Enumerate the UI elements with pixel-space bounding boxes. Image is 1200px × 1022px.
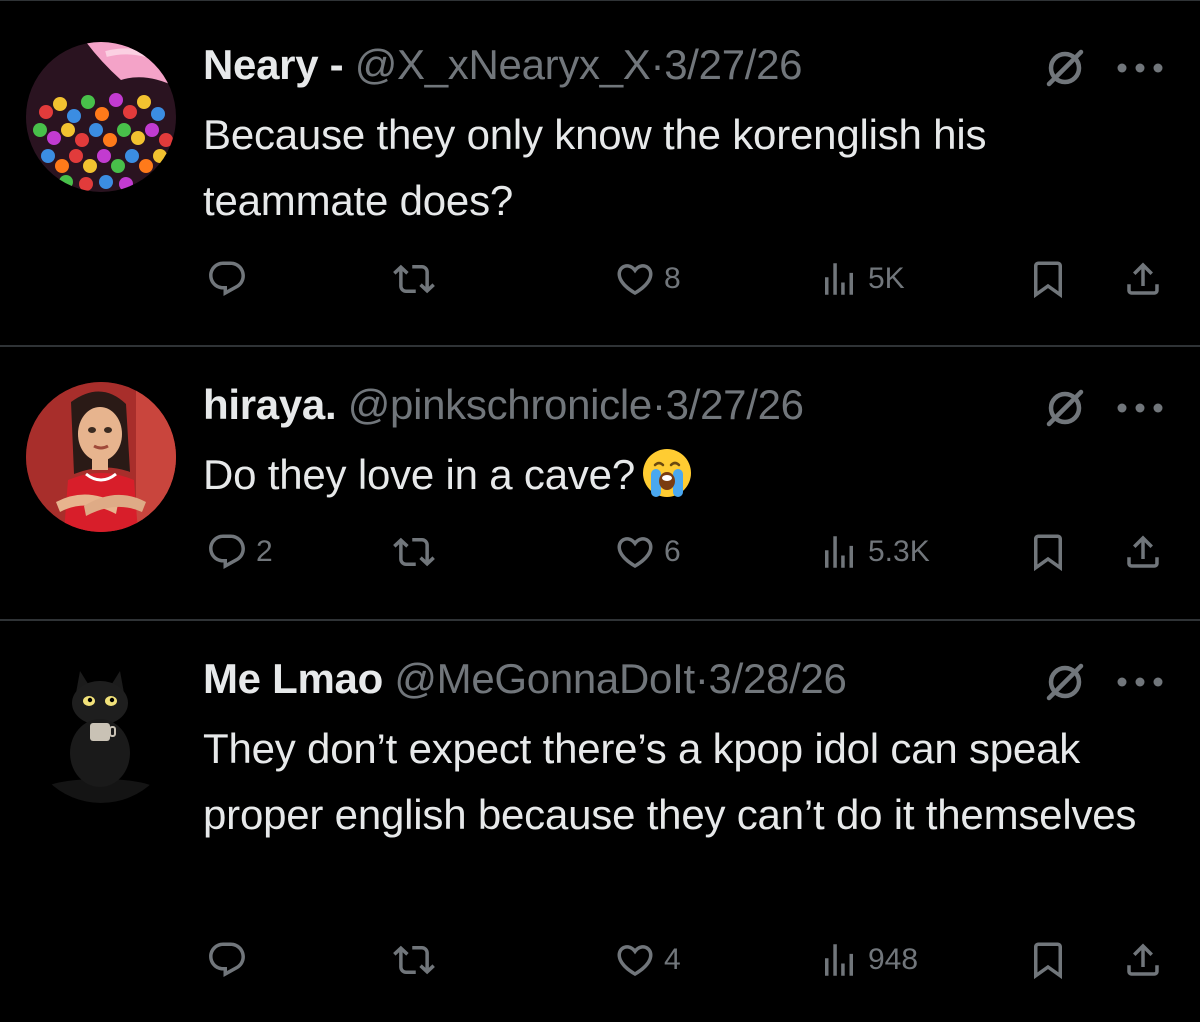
like-button[interactable]: 4 xyxy=(614,935,681,985)
reply-icon xyxy=(206,531,248,573)
username-handle[interactable]: @pinkschronicle xyxy=(348,381,653,428)
post-text-content: Do they love in a cave? xyxy=(203,451,635,498)
bookmark-button[interactable] xyxy=(1027,527,1069,577)
mute-icon[interactable] xyxy=(1043,660,1087,704)
like-icon xyxy=(614,531,656,573)
candy-avatar xyxy=(26,42,176,192)
username-handle[interactable]: @MeGonnaDoIt xyxy=(394,655,695,702)
avatar[interactable] xyxy=(26,653,176,803)
reply-button[interactable]: 2 xyxy=(206,527,273,577)
mute-icon[interactable] xyxy=(1043,386,1087,430)
reply-post[interactable]: Neary - @X_xNearyx_X·3/27/26 Because the… xyxy=(0,0,1200,345)
post-text: They don’t expect there’s a kpop idol ca… xyxy=(203,725,1137,838)
repost-button[interactable] xyxy=(393,527,435,577)
post-text: Do they love in a cave? xyxy=(203,442,1178,508)
post-date[interactable]: 3/28/26 xyxy=(709,655,847,702)
share-icon xyxy=(1122,939,1164,981)
views-button[interactable]: 5K xyxy=(818,254,905,304)
like-button[interactable]: 6 xyxy=(614,527,681,577)
share-button[interactable] xyxy=(1122,935,1164,985)
bookmark-icon xyxy=(1027,258,1069,300)
post-text: Because they only know the korenglish hi… xyxy=(203,111,987,224)
loudly-crying-face-emoji xyxy=(643,449,691,497)
like-count: 8 xyxy=(664,262,681,295)
repost-button[interactable] xyxy=(393,935,435,985)
display-name[interactable]: Neary - xyxy=(203,41,344,88)
display-name[interactable]: Me Lmao xyxy=(203,655,383,702)
share-button[interactable] xyxy=(1122,254,1164,304)
separator-dot: · xyxy=(650,41,665,88)
reply-post[interactable]: hiraya. @pinkschronicle·3/27/26 Do they … xyxy=(0,347,1200,619)
repost-icon xyxy=(393,939,435,981)
like-count: 4 xyxy=(664,943,681,976)
more-icon[interactable] xyxy=(1112,672,1168,692)
bookmark-icon xyxy=(1027,531,1069,573)
separator-dot: · xyxy=(651,381,666,428)
views-icon xyxy=(818,531,860,573)
repost-icon xyxy=(393,258,435,300)
share-icon xyxy=(1122,258,1164,300)
views-button[interactable]: 948 xyxy=(818,935,918,985)
views-button[interactable]: 5.3K xyxy=(818,527,930,577)
like-count: 6 xyxy=(664,535,681,568)
repost-button[interactable] xyxy=(393,254,435,304)
cartoon-woman-avatar xyxy=(26,382,176,532)
more-icon[interactable] xyxy=(1112,398,1168,418)
reply-button[interactable] xyxy=(206,935,248,985)
more-icon[interactable] xyxy=(1112,58,1168,78)
like-button[interactable]: 8 xyxy=(614,254,681,304)
reply-count: 2 xyxy=(256,535,273,568)
share-icon xyxy=(1122,531,1164,573)
username-handle[interactable]: @X_xNearyx_X xyxy=(355,41,651,88)
reply-button[interactable] xyxy=(206,254,248,304)
display-name[interactable]: hiraya. xyxy=(203,381,337,428)
reply-post[interactable]: Me Lmao @MeGonnaDoIt·3/28/26 They don’t … xyxy=(0,621,1200,1022)
black-cat-avatar xyxy=(26,653,176,803)
repost-icon xyxy=(393,531,435,573)
post-date[interactable]: 3/27/26 xyxy=(666,381,804,428)
post-header: hiraya. @pinkschronicle·3/27/26 xyxy=(203,380,804,430)
views-icon xyxy=(818,939,860,981)
bookmark-button[interactable] xyxy=(1027,935,1069,985)
post-date[interactable]: 3/27/26 xyxy=(664,41,802,88)
bookmark-icon xyxy=(1027,939,1069,981)
like-icon xyxy=(614,939,656,981)
reply-icon xyxy=(206,939,248,981)
view-count: 5.3K xyxy=(868,535,930,568)
mute-icon[interactable] xyxy=(1043,46,1087,90)
avatar[interactable] xyxy=(26,42,176,192)
reply-icon xyxy=(206,258,248,300)
share-button[interactable] xyxy=(1122,527,1164,577)
like-icon xyxy=(614,258,656,300)
avatar[interactable] xyxy=(26,382,176,532)
separator-dot: · xyxy=(694,655,709,702)
view-count: 5K xyxy=(868,262,905,295)
post-header: Neary - @X_xNearyx_X·3/27/26 xyxy=(203,40,803,90)
views-icon xyxy=(818,258,860,300)
view-count: 948 xyxy=(868,943,919,976)
post-header: Me Lmao @MeGonnaDoIt·3/28/26 xyxy=(203,654,847,704)
bookmark-button[interactable] xyxy=(1027,254,1069,304)
